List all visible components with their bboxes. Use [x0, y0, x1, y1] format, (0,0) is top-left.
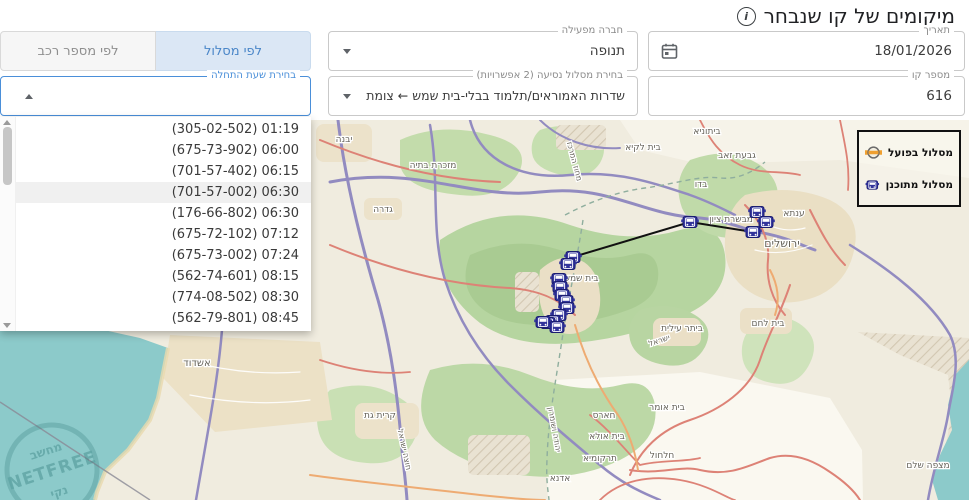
map-place-label: בית לחם [752, 319, 785, 329]
time-dropdown-list: (305-02-502) 01:19(675-73-902) 06:00(701… [15, 119, 311, 329]
scroll-down-icon[interactable] [3, 323, 11, 328]
time-option[interactable]: (675-72-102) 07:12 [15, 224, 311, 245]
time-option[interactable]: (675-73-002) 07:24 [15, 245, 311, 266]
date-field[interactable]: תאריך 18/01/2026 [648, 31, 965, 71]
map-place-label: בית אולא [589, 432, 625, 442]
map-place-label: יבנה [336, 135, 353, 145]
actual-route-icon [865, 144, 882, 161]
time-option[interactable]: (305-02-502) 01:19 [15, 119, 311, 140]
planned-bus-marker[interactable] [681, 217, 699, 228]
map-place-label: חארס [593, 411, 616, 421]
route-select-value: שדרות האמוראים/תלמוד בבלי-בית שמש ← צומת… [363, 77, 625, 115]
planned-bus-marker[interactable] [748, 207, 766, 218]
map-place-label: קרית גת [364, 411, 396, 421]
legend-planned-label: מסלול מתוכנן [886, 179, 953, 191]
map-place-label: בית שמש [564, 274, 599, 284]
start-time-dropdown: (305-02-502) 01:19(675-73-902) 06:00(701… [0, 117, 311, 331]
start-time-field-label: בחירת שעת התחלה [207, 70, 300, 81]
time-option[interactable]: (774-08-502) 08:30 [15, 287, 311, 308]
route-select-field[interactable]: בחירת מסלול נסיעה (2 אפשרויות) שדרות האמ… [328, 76, 638, 116]
scroll-up-icon[interactable] [3, 120, 11, 125]
scrollbar-thumb[interactable] [3, 127, 12, 185]
map-place-label: גדרה [373, 205, 393, 215]
chevron-down-icon[interactable] [343, 49, 351, 54]
map-place-label: אדנא [550, 474, 571, 484]
map-place-label: חלחול [650, 451, 675, 461]
calendar-icon[interactable] [661, 43, 678, 60]
date-field-value: 18/01/2026 [683, 32, 952, 70]
start-time-field[interactable]: בחירת שעת התחלה [0, 76, 311, 116]
planned-bus-marker[interactable] [744, 227, 762, 238]
legend-actual-label: מסלול בפועל [888, 147, 953, 159]
planned-bus-marker[interactable] [559, 259, 577, 270]
line-number-field-value: 616 [683, 77, 952, 115]
map-place-label: גבעת זאב [718, 151, 756, 161]
map-place-label: בית לקיא [625, 143, 661, 153]
map-place-label: ירושלים [764, 237, 799, 250]
line-number-field[interactable]: מספר קו 616 [648, 76, 965, 116]
dropdown-scrollbar[interactable] [0, 117, 16, 331]
operator-field-value: תנופה [363, 32, 625, 70]
map-place-label: בית אומר [649, 403, 685, 413]
time-option[interactable]: (562-74-601) 08:15 [15, 266, 311, 287]
map-place-label: מצפה שלם [906, 461, 949, 471]
legend-planned-route: מסלול מתוכנן [865, 177, 953, 193]
map-place-label: מזכרת בתיה [410, 161, 457, 171]
tab-by-vehicle-label: לפי מספר רכב [37, 44, 118, 59]
map-place-label: ענתא [783, 209, 804, 219]
planned-bus-marker[interactable] [757, 217, 775, 228]
time-option[interactable]: (701-57-402) 06:15 [15, 161, 311, 182]
chevron-down-icon[interactable] [343, 94, 351, 99]
legend-actual-route: מסלול בפועל [865, 144, 953, 161]
map-place-label: ביתוניא [693, 127, 720, 137]
tab-by-route[interactable]: לפי מסלול [155, 31, 311, 71]
map-legend: מסלול בפועל מסלול מתוכנן [857, 130, 961, 207]
chevron-up-icon[interactable] [25, 94, 33, 99]
planned-bus-marker[interactable] [548, 322, 566, 333]
map-place-label: תרקומיא [583, 454, 617, 464]
operator-field[interactable]: חברה מפעילה תנופה [328, 31, 638, 71]
time-option[interactable]: (701-57-002) 06:30 [15, 182, 311, 203]
map-place-label: מבשרת ציון [709, 215, 753, 225]
planned-bus-icon [865, 177, 880, 193]
time-option[interactable]: (675-73-902) 06:00 [15, 140, 311, 161]
map-place-label: אשדוד [183, 358, 210, 369]
tab-by-vehicle[interactable]: לפי מספר רכב [0, 31, 156, 71]
map-place-label: בדו [695, 180, 708, 190]
info-icon[interactable]: i [737, 7, 756, 26]
time-option[interactable]: (562-79-801) 08:45 [15, 308, 311, 329]
tab-by-route-label: לפי מסלול [204, 44, 262, 59]
time-option[interactable]: (176-66-802) 06:30 [15, 203, 311, 224]
